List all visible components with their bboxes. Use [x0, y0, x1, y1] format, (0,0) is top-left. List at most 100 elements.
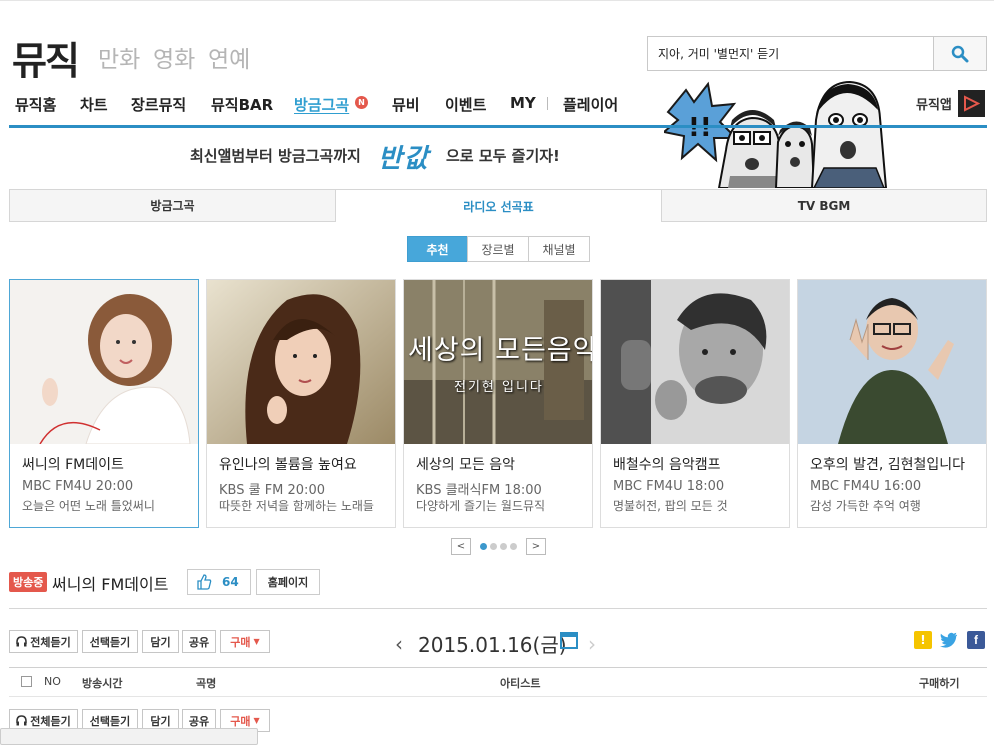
playlist-date: 2015.01.16(금): [418, 633, 567, 657]
chevron-right-icon: >: [531, 541, 541, 552]
banner-text-lead: 최신앨범부터 방금그곡까지: [190, 147, 361, 165]
col-song: 곡명: [196, 677, 217, 690]
chevron-down-icon: ▼: [253, 637, 260, 646]
carousel-dot[interactable]: [480, 543, 487, 550]
headphones-icon: [16, 636, 27, 647]
nav-music-home[interactable]: 뮤직홈: [15, 94, 56, 115]
card-station: KBS 클래식FM 18:00: [416, 483, 542, 498]
buy-label: 구매: [230, 714, 251, 728]
card-station: KBS 쿨 FM 20:00: [219, 483, 325, 498]
nav-underline: [9, 125, 987, 128]
svg-text:!!: !!: [688, 113, 712, 143]
card-description: 오늘은 어떤 노래 틀었써니: [22, 499, 155, 513]
card-station: MBC FM4U 16:00: [810, 479, 922, 494]
program-card[interactable]: 유인나의 볼륨을 높여요 KBS 쿨 FM 20:00 따뜻한 저녁을 함께하는…: [206, 279, 396, 528]
card-title: 오후의 발견, 김현철입니다: [810, 457, 966, 473]
card-description: 다양하게 즐기는 월드뮤직: [416, 499, 546, 513]
prev-date-button[interactable]: ‹: [395, 632, 403, 656]
carousel-prev-button[interactable]: <: [451, 538, 471, 555]
subtab-recommended[interactable]: 추천: [407, 236, 468, 262]
new-badge: N: [355, 96, 368, 109]
chevron-left-icon: <: [456, 541, 466, 552]
program-thumbnail: [10, 280, 198, 444]
program-thumbnail: [601, 280, 789, 444]
listen-all-label: 전체듣기: [30, 714, 71, 728]
card-image-title: 세상의 모든음악: [408, 335, 593, 366]
program-card[interactable]: 세상의 모든음악 전기현 입니다 세상의 모든 음악 KBS 클래식FM 18:…: [403, 279, 593, 528]
share-button[interactable]: 공유: [182, 630, 216, 653]
program-title: 써니의 FM데이트: [52, 575, 169, 594]
nav-event[interactable]: 이벤트: [445, 94, 486, 115]
nav-genre-music[interactable]: 장르뮤직: [131, 94, 186, 115]
program-card[interactable]: 오후의 발견, 김현철입니다 MBC FM4U 16:00 감성 가득한 추억 …: [797, 279, 987, 528]
site-logo[interactable]: 뮤직: [12, 30, 80, 85]
program-card[interactable]: 써니의 FM데이트 MBC FM4U 20:00 오늘은 어떤 노래 틀었써니: [9, 279, 199, 528]
card-image-subtitle: 전기현 입니다: [454, 380, 544, 395]
col-artist: 아티스트: [500, 677, 541, 690]
search-input[interactable]: [648, 37, 934, 70]
carousel-dot[interactable]: [500, 543, 507, 550]
playlist-table-header: [9, 667, 987, 697]
calendar-icon[interactable]: [560, 632, 578, 649]
next-date-button[interactable]: ›: [588, 632, 596, 656]
music-app-icon[interactable]: [958, 90, 985, 117]
play-icon: [964, 95, 980, 112]
headphones-icon: [16, 715, 27, 726]
like-count: 64: [222, 575, 239, 589]
section-divider: [9, 608, 987, 609]
banner-text-tail: 으로 모두 즐기자!: [446, 147, 560, 165]
card-title: 배철수의 음악캠프: [613, 457, 721, 473]
twitter-icon[interactable]: [940, 631, 958, 649]
search-button[interactable]: [933, 36, 987, 71]
carousel-next-button[interactable]: >: [526, 538, 546, 555]
card-station: MBC FM4U 18:00: [613, 479, 725, 494]
thumbs-up-icon: [197, 574, 212, 590]
tab-just-that-song[interactable]: 방금그곡: [9, 189, 336, 222]
category-comics[interactable]: 만화: [98, 40, 140, 74]
search-icon: [951, 45, 969, 62]
banner-half-price: 반값: [378, 144, 430, 174]
subtab-by-genre[interactable]: 장르별: [467, 236, 529, 262]
listen-all-button[interactable]: 전체듣기: [9, 630, 78, 653]
category-entertainment[interactable]: 연예: [208, 40, 250, 74]
buy-label: 구매: [230, 635, 251, 649]
chevron-down-icon: ▼: [253, 716, 260, 725]
card-title: 써니의 FM데이트: [22, 457, 124, 473]
card-title: 유인나의 볼륨을 높여요: [219, 457, 357, 473]
listen-selected-button[interactable]: 선택듣기: [82, 630, 138, 653]
like-button[interactable]: 64: [187, 569, 251, 595]
card-description: 명불허전, 팝의 모든 것: [613, 499, 728, 513]
category-movies[interactable]: 영화: [153, 40, 195, 74]
add-button[interactable]: 담기: [142, 630, 179, 653]
nav-player[interactable]: 플레이어: [563, 94, 618, 115]
homepage-button[interactable]: 홈페이지: [256, 569, 320, 595]
card-description: 감성 가득한 추억 여행: [810, 499, 921, 513]
cartoon-faces-illustration: !!: [664, 80, 888, 188]
nav-divider: [547, 97, 548, 110]
horizontal-scrollbar[interactable]: [0, 728, 258, 745]
card-station: MBC FM4U 20:00: [22, 479, 134, 494]
carousel-dot[interactable]: [510, 543, 517, 550]
nav-my[interactable]: MY: [510, 94, 536, 112]
kakaostory-icon[interactable]: !: [914, 631, 932, 649]
select-all-checkbox[interactable]: [21, 676, 32, 687]
nav-music-bar[interactable]: 뮤직BAR: [211, 94, 273, 115]
subtab-by-channel[interactable]: 채널별: [528, 236, 590, 262]
tab-radio-playlist[interactable]: 라디오 선곡표: [335, 189, 662, 222]
program-thumbnail: [207, 280, 395, 444]
card-title: 세상의 모든 음악: [416, 457, 516, 473]
tab-tv-bgm[interactable]: TV BGM: [661, 189, 987, 222]
nav-music-video[interactable]: 뮤비: [392, 94, 420, 115]
program-thumbnail: [798, 280, 986, 444]
search-box: [647, 36, 934, 71]
buy-button[interactable]: 구매 ▼: [220, 630, 270, 653]
col-broadcast-time: 방송시간: [82, 677, 123, 690]
listen-all-label: 전체듣기: [30, 635, 71, 649]
nav-chart[interactable]: 차트: [80, 94, 108, 115]
nav-just-that-song[interactable]: 방금그곡: [294, 94, 349, 115]
music-app-link[interactable]: 뮤직앱: [916, 94, 952, 113]
card-description: 따뜻한 저녁을 함께하는 노래들: [219, 499, 374, 513]
program-card[interactable]: 배철수의 음악캠프 MBC FM4U 18:00 명불허전, 팝의 모든 것: [600, 279, 790, 528]
carousel-dot[interactable]: [490, 543, 497, 550]
facebook-icon[interactable]: f: [967, 631, 985, 649]
